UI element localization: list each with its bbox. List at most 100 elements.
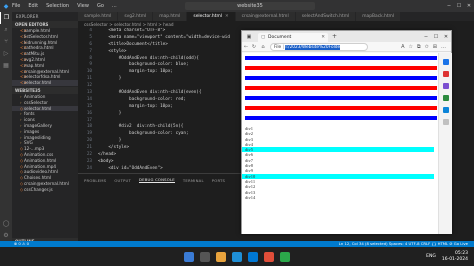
system-tray[interactable]: ENG 05:23 16-01-2024 [426,251,468,263]
browser-home-icon[interactable]: ⌂ [258,44,268,50]
split-screen-icon[interactable]: ⧉ [417,44,421,50]
favorites-icon[interactable]: ✩ [425,44,429,50]
code-line[interactable]: 5 <meta name="viewport" content="width=d… [78,35,241,42]
code-line[interactable]: 6 <title>Document</title> [78,42,241,49]
menu-item[interactable]: File [12,3,20,9]
menu-item[interactable]: Edit [28,3,38,9]
tab-close-icon[interactable]: ✕ [225,14,229,19]
menu-bar: File Edit Selection View Go... [12,3,125,9]
browser-refresh-icon[interactable]: ↻ [250,44,258,50]
account-icon[interactable]: ◯ [0,218,12,230]
file-item[interactable]: ◇cssChanger.js [12,187,78,193]
panel-tab[interactable]: PORTS [212,178,225,183]
collections-icon[interactable]: ⊞ [433,44,437,50]
panel-tab[interactable]: OUTPUT [114,178,131,183]
code-line[interactable]: 16 } [78,111,241,118]
browser-tab-actions-icon[interactable]: ▣ [242,34,256,40]
breadcrumb[interactable]: cssSelector > selector.html > html > hea… [78,21,238,28]
tools-icon[interactable] [442,71,449,77]
vscode-titlebar: ◆ FileEditSelectionViewGo... ← → website… [0,0,474,12]
tree-item-label: audiovideo.html [24,169,58,175]
add-sidebar-icon[interactable] [442,119,449,125]
address-bar[interactable]: File | I:/2023/Website%20Folde [270,43,368,51]
code-editor[interactable]: 4 <meta charset="UTF-8"> 5 <meta name="vi… [78,28,241,172]
workspace-section[interactable]: WEBSITE35 [12,86,78,94]
close-icon[interactable]: ✕ [464,3,474,9]
browser-minimize-icon[interactable]: ─ [421,34,431,40]
games-icon[interactable] [442,95,449,101]
code-text: background-color: red; [98,96,186,102]
code-line[interactable]: 24 <div id="OddAndEven"> [78,166,241,172]
panel-tab[interactable]: TERMINAL [183,178,204,183]
minimize-icon[interactable]: ─ [444,3,454,9]
editor-tab[interactable]: sample.html [78,12,119,21]
open-editor-label: selector.html [24,80,52,86]
read-aloud-icon[interactable]: A [401,44,404,50]
browser-back-icon[interactable]: ← [242,44,250,50]
bars-container [242,53,438,120]
tree-item-label: cssChanger.js [24,186,53,192]
line-number: 7 [89,48,92,54]
code-line[interactable]: 21 </style> [78,145,241,152]
run-debug-icon[interactable]: ▷ [0,48,12,60]
more-menu-icon[interactable]: … [441,44,446,50]
shopping-icon[interactable] [442,83,449,89]
code-line[interactable]: 11 } [78,76,241,83]
open-editor-label: sample.html [24,28,51,33]
bing-chat-icon[interactable] [442,59,449,65]
file-explorer-icon[interactable] [216,251,226,262]
code-line[interactable]: 22 </head> [78,152,241,159]
menu-item[interactable]: ... [112,3,117,9]
app-icon[interactable] [264,251,274,262]
editor-tab[interactable]: mapBack.html [356,12,402,21]
browser-tab[interactable]: ▢ Document ✕ [258,33,328,42]
favorite-star-icon[interactable]: ☆ [409,44,413,50]
menu-item[interactable]: Selection [46,3,69,9]
editor-tab[interactable]: crsain@external.html [235,12,296,21]
store-icon[interactable] [280,251,290,262]
tab-close-icon[interactable]: ✕ [321,33,325,42]
clock-date: 16-01-2024 [441,256,468,262]
code-text: } [98,76,122,82]
command-center[interactable]: website35 [185,2,315,10]
browser-close-icon[interactable]: ✕ [441,34,451,40]
start-icon[interactable] [184,251,194,262]
code-line[interactable]: 15 margin-top: 10px; [78,104,241,111]
code-line[interactable]: 7 <style> [78,49,241,56]
code-line[interactable]: 13 #OddAndEven div:nth-child(even){ [78,90,241,97]
editor-tab[interactable]: selectAndSwitch.html [295,12,357,21]
editor-tab-active[interactable]: selector.html ✕ [187,12,236,21]
menu-item[interactable]: View [77,3,89,9]
browser-maximize-icon[interactable]: ☐ [431,34,441,40]
extensions-icon[interactable]: ▦ [0,60,12,72]
nth-child-bar [245,86,437,90]
outlook-icon[interactable] [442,107,449,113]
code-line[interactable]: 23 <body> [78,159,241,166]
vscode-taskbar-icon[interactable] [248,251,258,262]
explorer-icon[interactable]: ❐ [0,12,12,24]
language-indicator[interactable]: ENG [426,254,436,259]
code-line[interactable]: 14 background-color: red; [78,97,241,104]
editor-tab[interactable]: map.html [153,12,188,21]
explorer-header: EXPLORER [16,14,39,19]
open-editors-section[interactable]: OPEN EDITORS [12,21,78,28]
line-number: 5 [89,34,92,40]
maximize-icon[interactable]: ☐ [454,3,464,9]
page-icon: ▢ [261,35,266,40]
panel-tab[interactable]: PROBLEMS [84,178,106,183]
panel-tab[interactable]: DEBUG CONSOLE [139,177,175,183]
open-editor-item[interactable]: <>selector.html [12,80,78,86]
url-selected-text: I:/2023/Website%20Folde [285,45,341,50]
source-control-icon[interactable]: ⑂ [0,36,12,48]
code-line[interactable]: 12 [78,83,241,90]
nth-child-bar [245,96,437,100]
line-number: 16 [86,110,92,116]
menu-item[interactable]: Go [97,3,104,9]
search-icon[interactable]: ⌕ [0,24,12,36]
editor-tab[interactable]: svg2.html [118,12,154,21]
line-number: 6 [89,41,92,47]
code-line[interactable]: 4 <meta charset="UTF-8"> [78,28,241,35]
edge-icon[interactable] [232,251,242,262]
new-tab-icon[interactable]: + [332,33,337,40]
search-taskbar-icon[interactable] [200,251,210,262]
